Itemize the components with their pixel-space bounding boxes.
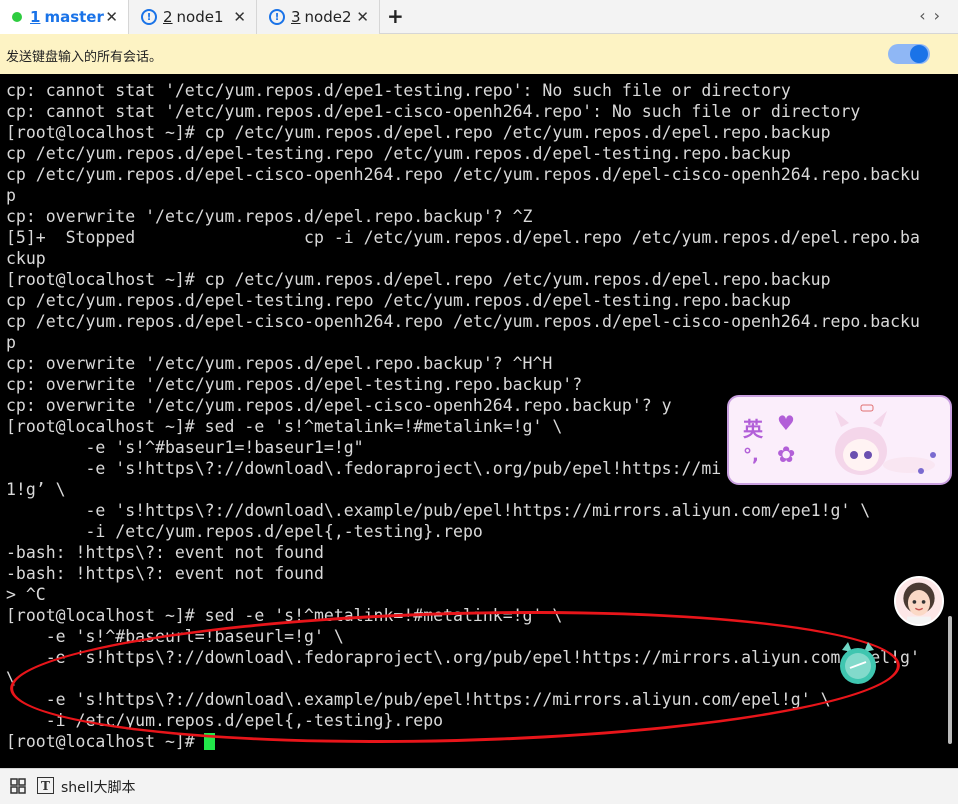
tab-number: 1 bbox=[30, 8, 41, 26]
add-tab-button[interactable]: + bbox=[387, 4, 404, 28]
close-icon[interactable]: ✕ bbox=[356, 8, 369, 26]
connected-status-icon bbox=[12, 12, 22, 22]
terminal-line: p bbox=[6, 333, 16, 352]
status-bar: T shell大脚本 bbox=[0, 768, 958, 804]
tab-node1[interactable]: ! 2 node1 ✕ bbox=[129, 0, 257, 34]
ime-toolbar[interactable]: 英 ♥ °, ✿ bbox=[727, 395, 952, 485]
terminal-line: [root@localhost ~]# bbox=[6, 732, 205, 751]
terminal-line: cp: overwrite '/etc/yum.repos.d/epel.rep… bbox=[6, 354, 553, 373]
tab-node2[interactable]: ! 3 node2 ✕ bbox=[257, 0, 380, 34]
tab-number: 2 bbox=[163, 8, 173, 26]
tab-label: master bbox=[44, 8, 104, 26]
close-icon[interactable]: ✕ bbox=[233, 8, 246, 26]
terminal-line: cp /etc/yum.repos.d/epel-cisco-openh264.… bbox=[6, 165, 920, 184]
terminal-line: cp: cannot stat '/etc/yum.repos.d/epe1-t… bbox=[6, 81, 791, 100]
terminal-line: cp /etc/yum.repos.d/epel-testing.repo /e… bbox=[6, 144, 791, 163]
terminal-line: [root@localhost ~]# cp /etc/yum.repos.d/… bbox=[6, 123, 831, 142]
terminal-line: \ bbox=[6, 669, 16, 688]
terminal-line: -i /etc/yum.repos.d/epel{,-testing}.repo bbox=[6, 522, 483, 541]
terminal-line: [5]+ Stopped cp -i /etc/yum.repos.d/epel… bbox=[6, 228, 920, 247]
cat-mascot-icon[interactable] bbox=[836, 640, 880, 686]
assistant-avatar[interactable] bbox=[894, 576, 944, 626]
terminal-line: -e 's!https\?://download\.fedoraproject\… bbox=[6, 459, 722, 478]
broadcast-bar: 发送键盘输入的所有会话。 bbox=[0, 34, 958, 74]
terminal-line: [root@localhost ~]# cp /etc/yum.repos.d/… bbox=[6, 270, 831, 289]
terminal-line: -bash: !https\?: event not found bbox=[6, 564, 324, 583]
layout-grid-icon[interactable] bbox=[10, 778, 26, 794]
tab-master[interactable]: 1 master ✕ bbox=[0, 0, 129, 34]
terminal-line: cp /etc/yum.repos.d/epel-testing.repo /e… bbox=[6, 291, 791, 310]
terminal-line: [root@localhost ~]# sed -e 's!^metalink=… bbox=[6, 417, 563, 436]
terminal-line: > ^C bbox=[6, 585, 46, 604]
tab-label: node2 bbox=[304, 8, 352, 26]
settings-icon[interactable]: ✿ bbox=[777, 443, 795, 468]
terminal-line: [root@localhost ~]# sed -e 's!^metalink=… bbox=[6, 606, 563, 625]
mascot-image bbox=[835, 404, 936, 475]
terminal-line: cp /etc/yum.repos.d/epel-cisco-openh264.… bbox=[6, 312, 920, 331]
toggle-knob bbox=[910, 45, 928, 63]
terminal-line: -e 's!^#baseur1=!baseur1=!g" bbox=[6, 438, 364, 457]
tab-number: 3 bbox=[291, 8, 301, 26]
terminal-line: p bbox=[6, 186, 16, 205]
broadcast-text: 发送键盘输入的所有会话。 bbox=[6, 50, 163, 65]
terminal-line: ckup bbox=[6, 249, 46, 268]
terminal-line: cp: overwrite '/etc/yum.repos.d/epel-tes… bbox=[6, 375, 583, 394]
terminal-line: -e 's!https\?://download\.example/pub/ep… bbox=[6, 690, 831, 709]
terminal-line: -bash: !https\?: event not found bbox=[6, 543, 324, 562]
text-script-icon[interactable]: T bbox=[37, 777, 54, 794]
terminal-line: cp: overwrite '/etc/yum.repos.d/epel.rep… bbox=[6, 207, 533, 226]
punctuation-toggle[interactable]: °, bbox=[743, 445, 759, 466]
script-label[interactable]: shell大脚本 bbox=[61, 777, 136, 797]
broadcast-toggle[interactable] bbox=[888, 44, 930, 64]
warning-icon: ! bbox=[269, 9, 285, 25]
terminal-line: cp: overwrite '/etc/yum.repos.d/epel-cis… bbox=[6, 396, 672, 415]
terminal-line: 1!g’ \ bbox=[6, 480, 66, 499]
terminal-line: -e 's!https\?://download\.fedoraproject\… bbox=[6, 648, 920, 667]
warning-icon: ! bbox=[141, 9, 157, 25]
tab-bar: 1 master ✕ ! 2 node1 ✕ ! 3 node2 ✕ + ‹› bbox=[0, 0, 958, 34]
scrollbar-thumb[interactable] bbox=[948, 616, 952, 744]
tab-scroll-arrows[interactable]: ‹› bbox=[919, 6, 948, 25]
heart-icon[interactable]: ♥ bbox=[777, 411, 795, 435]
terminal-line: -e 's!https\?://download\.example/pub/ep… bbox=[6, 501, 871, 520]
close-icon[interactable]: ✕ bbox=[105, 8, 118, 26]
terminal-line: -e 's!^#baseurl=!baseurl=!g' \ bbox=[6, 627, 344, 646]
tab-label: node1 bbox=[176, 8, 224, 26]
terminal-line: -i /etc/yum.repos.d/epel{,-testing}.repo bbox=[6, 711, 444, 730]
terminal-line: cp: cannot stat '/etc/yum.repos.d/epe1-c… bbox=[6, 102, 861, 121]
terminal-cursor bbox=[204, 733, 215, 750]
ime-language-toggle[interactable]: 英 bbox=[743, 413, 763, 442]
